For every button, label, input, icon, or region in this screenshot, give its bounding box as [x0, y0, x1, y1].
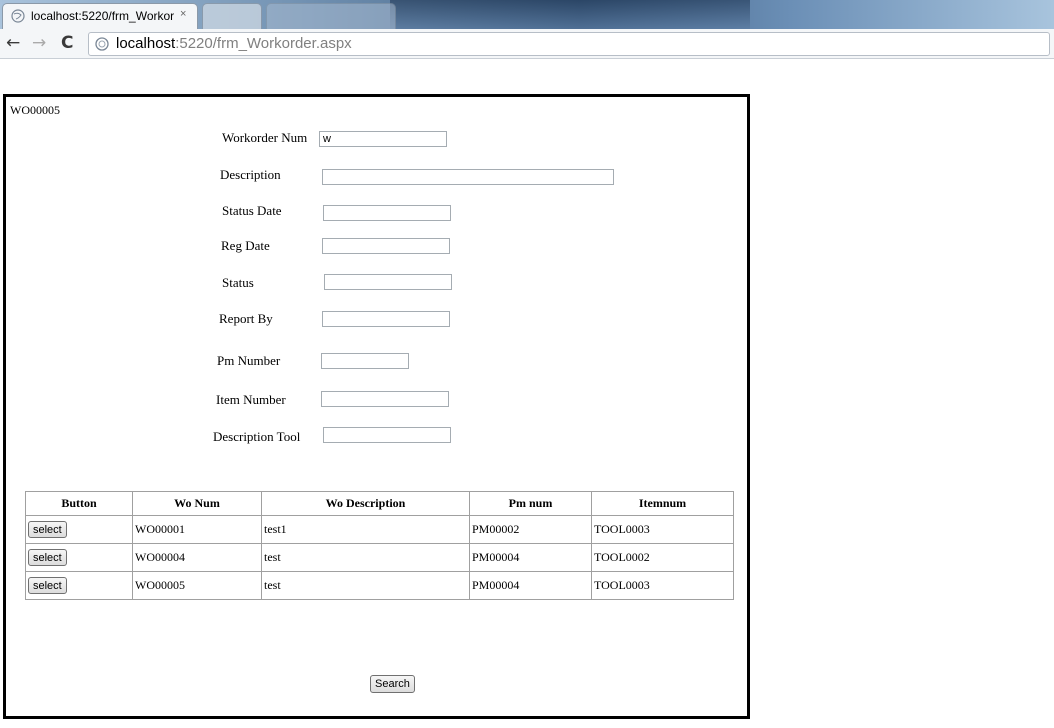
grid-cell-wo-num: WO00004	[132, 543, 262, 572]
description-label: Description	[220, 167, 281, 182]
status-input[interactable]	[324, 274, 452, 290]
url-path: :5220/frm_Workorder.aspx	[175, 35, 352, 52]
grid-cell-wo-num: WO00001	[132, 515, 262, 544]
grid-cell-pm-num: PM00004	[469, 543, 592, 572]
grid-cell-itemnum: TOOL0003	[591, 571, 734, 600]
grid-header-wo-num: Wo Num	[132, 491, 262, 516]
grid-header-row: Button Wo Num Wo Description Pm num Item…	[25, 491, 734, 516]
grid-header-button: Button	[25, 491, 133, 516]
page-info-icon[interactable]	[95, 37, 109, 51]
browser-toolbar: ← → C localhost:5220/frm_Workorder.aspx	[0, 29, 1054, 59]
tab-strip-background	[390, 0, 750, 29]
back-arrow-icon[interactable]: ←	[6, 32, 20, 54]
grid-cell-wo-description: test1	[261, 515, 470, 544]
reg-date-input[interactable]	[322, 238, 450, 254]
pm-number-input[interactable]	[321, 353, 409, 369]
workorder-num-label: Workorder Num	[222, 130, 308, 145]
report-by-input[interactable]	[322, 311, 450, 327]
grid-cell-wo-num: WO00005	[132, 571, 262, 600]
url-text[interactable]: localhost:5220/frm_Workorder.aspx	[116, 35, 352, 52]
workorder-grid: Button Wo Num Wo Description Pm num Item…	[25, 491, 734, 600]
browser-tab-active[interactable]: localhost:5220/frm_Workor ×	[2, 3, 198, 29]
grid-cell-itemnum: TOOL0002	[591, 543, 734, 572]
status-label: Status	[222, 275, 254, 290]
status-date-input[interactable]	[323, 205, 451, 221]
grid-cell-wo-description: test	[261, 571, 470, 600]
table-row: select WO00004 test PM00004 TOOL0002	[25, 543, 734, 572]
description-input[interactable]	[322, 169, 614, 185]
grid-cell-button: select	[25, 571, 133, 600]
reg-date-label: Reg Date	[221, 238, 270, 253]
pm-number-label: Pm Number	[217, 353, 281, 368]
grid-cell-wo-description: test	[261, 543, 470, 572]
grid-cell-pm-num: PM00002	[469, 515, 592, 544]
url-host: localhost	[116, 35, 176, 52]
status-date-label: Status Date	[222, 203, 282, 218]
tab-close-icon[interactable]: ×	[180, 8, 186, 20]
tab-title: localhost:5220/frm_Workor	[31, 9, 175, 23]
workorder-num-input[interactable]	[319, 131, 447, 147]
description-tool-input[interactable]	[323, 427, 451, 443]
browser-tab-new[interactable]	[202, 3, 262, 29]
grid-header-pm-num: Pm num	[469, 491, 592, 516]
table-row: select WO00005 test PM00004 TOOL0003	[25, 571, 734, 600]
select-button[interactable]: select	[28, 577, 67, 594]
grid-header-wo-description: Wo Description	[261, 491, 470, 516]
description-tool-label: Description Tool	[213, 429, 301, 444]
grid-header-itemnum: Itemnum	[591, 491, 734, 516]
grid-cell-pm-num: PM00004	[469, 571, 592, 600]
browser-tab-strip: localhost:5220/frm_Workor ×	[0, 0, 1054, 29]
table-row: select WO00001 test1 PM00002 TOOL0003	[25, 515, 734, 544]
forward-arrow-icon[interactable]: →	[32, 32, 46, 54]
address-bar[interactable]: localhost:5220/frm_Workorder.aspx	[88, 32, 1050, 56]
current-workorder-label: WO00005	[10, 103, 60, 117]
item-number-label: Item Number	[216, 392, 286, 407]
browser-tab-background[interactable]	[266, 3, 396, 29]
reload-icon[interactable]: C	[61, 32, 73, 54]
report-by-label: Report By	[219, 311, 273, 326]
select-button[interactable]: select	[28, 521, 67, 538]
globe-icon	[11, 9, 25, 23]
grid-cell-button: select	[25, 515, 133, 544]
item-number-input[interactable]	[321, 391, 449, 407]
select-button[interactable]: select	[28, 549, 67, 566]
search-button[interactable]: Search	[370, 675, 415, 693]
workorder-form-panel: WO00005 Workorder Num Description Status…	[3, 94, 750, 719]
grid-cell-button: select	[25, 543, 133, 572]
grid-cell-itemnum: TOOL0003	[591, 515, 734, 544]
